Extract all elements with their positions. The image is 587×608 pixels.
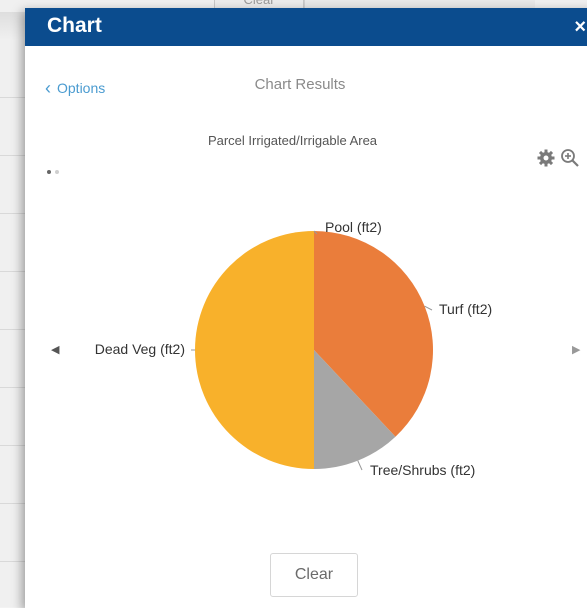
pie-slice[interactable] <box>195 231 314 469</box>
label-leader-line <box>357 460 363 471</box>
pie-slice-label: Tree/Shrubs (ft2) <box>370 462 475 478</box>
pie-slice-label: Pool (ft2) <box>325 219 382 235</box>
pie-slice-label: Turf (ft2) <box>439 301 492 317</box>
chart-panel: Chart × ‹ Options Chart Results Parcel Ir… <box>25 8 587 608</box>
clear-button[interactable]: Clear <box>270 553 358 597</box>
pie-slice-label: Dead Veg (ft2) <box>95 341 185 357</box>
pie-chart: Pool (ft2) Turf (ft2) Tree/Shrubs (ft2) Dea… <box>95 219 492 478</box>
